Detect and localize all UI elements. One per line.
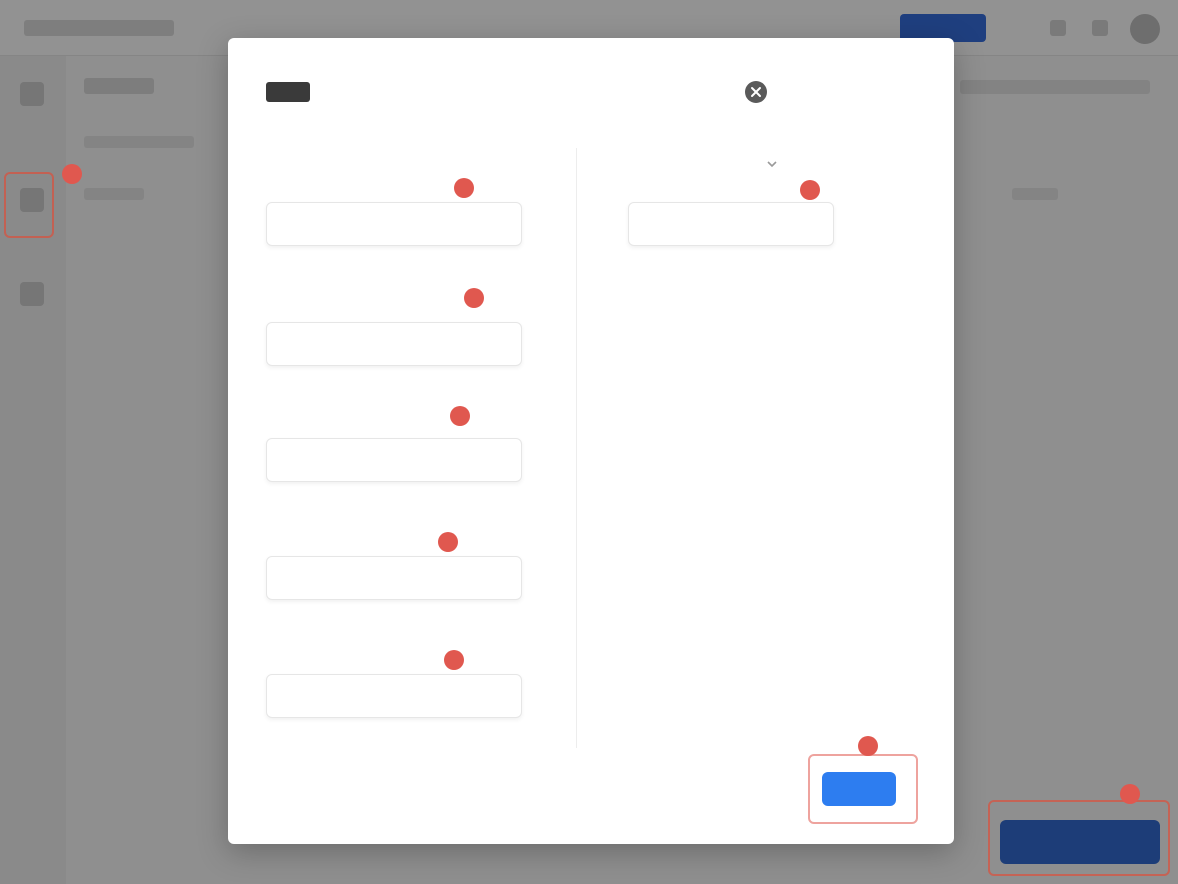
bottom-action-button[interactable] — [1000, 820, 1160, 864]
sidebar-step-highlight — [4, 172, 54, 238]
field-1-step-marker — [454, 178, 474, 198]
sidebar-item-icon[interactable] — [20, 82, 44, 106]
dialog-title-tag — [266, 82, 310, 102]
bottom-step-marker — [1120, 784, 1140, 804]
field-5-step-marker — [444, 650, 464, 670]
sidebar-item-icon[interactable] — [20, 282, 44, 306]
notification-icon[interactable] — [1050, 20, 1066, 36]
close-icon[interactable] — [744, 80, 768, 104]
cancel-button[interactable] — [740, 776, 784, 804]
page-title — [84, 78, 154, 94]
field-5-text[interactable] — [267, 675, 521, 717]
header-links — [960, 80, 1150, 94]
field-3-text[interactable] — [267, 439, 521, 481]
dialog-header — [228, 38, 954, 138]
column-divider — [576, 148, 577, 748]
avatar[interactable] — [1130, 14, 1160, 44]
app-logo — [24, 20, 174, 36]
field-2-text[interactable] — [267, 323, 521, 365]
field-1-text[interactable] — [267, 203, 521, 245]
field-2-input[interactable] — [266, 322, 522, 366]
field-2-step-marker — [464, 288, 484, 308]
field-6-text[interactable] — [629, 203, 833, 245]
ok-step-marker — [858, 736, 878, 756]
sidebar-step-marker — [62, 164, 82, 184]
field-1-input[interactable] — [266, 202, 522, 246]
field-4-input[interactable] — [266, 556, 522, 600]
table-row — [84, 188, 144, 200]
field-3-input[interactable] — [266, 438, 522, 482]
field-6-step-marker — [800, 180, 820, 200]
field-4-step-marker — [438, 532, 458, 552]
help-icon[interactable] — [1092, 20, 1108, 36]
table-cell — [1012, 188, 1058, 200]
field-6-input[interactable] — [628, 202, 834, 246]
chevron-down-icon[interactable] — [764, 156, 780, 172]
field-5-input[interactable] — [266, 674, 522, 718]
field-4-text[interactable] — [267, 557, 521, 599]
ok-button[interactable] — [822, 772, 896, 806]
field-3-step-marker — [450, 406, 470, 426]
edit-dialog — [228, 38, 954, 844]
table-header — [84, 136, 194, 148]
